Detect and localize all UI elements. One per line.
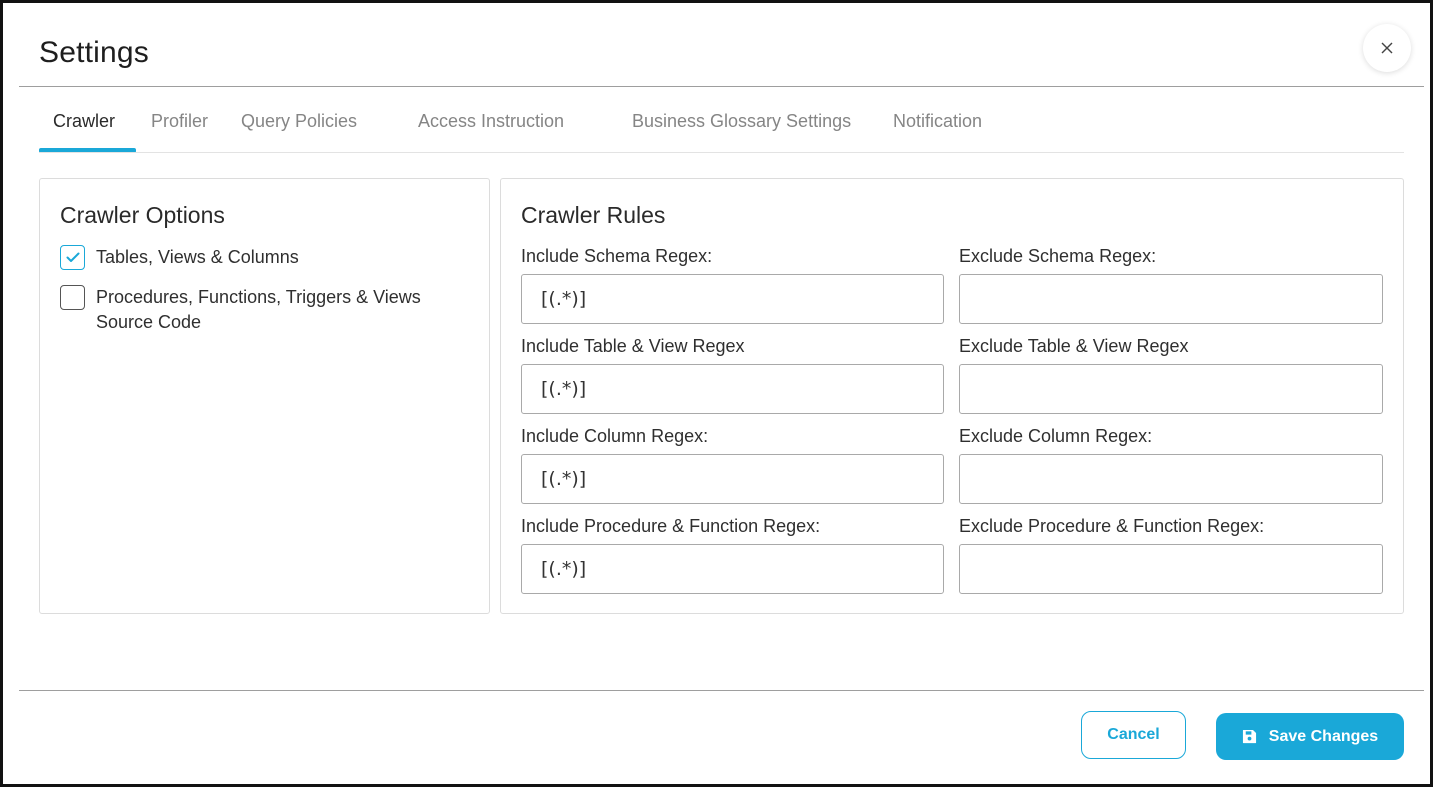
include-procedure-function-label: Include Procedure & Function Regex: [521,516,821,536]
include-column-label: Include Column Regex: [521,426,709,446]
tab-notification[interactable]: Notification [893,103,982,153]
exclude-procedure-function-input[interactable] [959,544,1383,594]
option-procedures-functions: Procedures, Functions, Triggers & Views … [60,285,456,335]
include-table-view-input[interactable] [521,364,944,414]
exclude-table-view-label: Exclude Table & View Regex [959,336,1189,356]
include-schema-input[interactable] [521,274,944,324]
close-icon [1381,42,1393,54]
close-button[interactable] [1363,24,1411,72]
settings-modal: Settings Crawler Profiler Query Policies… [0,0,1433,787]
save-changes-label: Save Changes [1268,727,1379,745]
tables-views-columns-checkbox[interactable] [60,245,85,270]
tab-profiler[interactable]: Profiler [151,103,208,153]
exclude-column-label: Exclude Column Regex: [959,426,1153,446]
checkbox-label: Tables, Views & Columns [96,247,299,267]
tab-crawler[interactable]: Crawler [53,103,115,153]
tab-bar-divider [39,152,1404,153]
tab-query-policies[interactable]: Query Policies [241,103,357,153]
tab-bar: Crawler Profiler Query Policies Access I… [39,103,1404,155]
crawler-options-panel: Crawler Options Tables, Views & Columns … [39,178,490,614]
crawler-rules-title: Crawler Rules [521,202,666,228]
tab-label: Crawler [53,111,116,131]
include-schema-label: Include Schema Regex: [521,246,713,266]
crawler-options-title: Crawler Options [60,202,225,228]
tab-business-glossary-settings[interactable]: Business Glossary Settings [632,103,851,153]
exclude-schema-input[interactable] [959,274,1383,324]
footer-divider [19,690,1424,691]
tab-label: Business Glossary Settings [632,111,852,131]
header-divider [19,86,1424,87]
cancel-label: Cancel [1107,726,1160,743]
tab-label: Query Policies [241,111,358,131]
tab-label: Access Instruction [418,111,565,131]
crawler-rules-panel: Crawler Rules Include Schema Regex: Excl… [500,178,1404,614]
exclude-column-input[interactable] [959,454,1383,504]
checkmark-icon [66,252,79,262]
save-icon [1242,729,1256,744]
include-procedure-function-input[interactable] [521,544,944,594]
exclude-schema-label: Exclude Schema Regex: [959,246,1157,266]
cancel-button[interactable]: Cancel [1081,711,1186,759]
option-tables-views-columns: Tables, Views & Columns [60,245,456,270]
tab-label: Notification [893,111,983,131]
page-title: Settings [39,36,149,69]
tab-access-instruction[interactable]: Access Instruction [418,103,564,153]
include-column-input[interactable] [521,454,944,504]
include-table-view-label: Include Table & View Regex [521,336,745,356]
checkbox-label: Procedures, Functions, Triggers & Views … [96,287,421,332]
procedures-functions-checkbox[interactable] [60,285,85,310]
exclude-procedure-function-label: Exclude Procedure & Function Regex: [959,516,1265,536]
save-changes-button[interactable]: Save Changes [1216,713,1404,760]
tab-label: Profiler [151,111,209,131]
exclude-table-view-input[interactable] [959,364,1383,414]
